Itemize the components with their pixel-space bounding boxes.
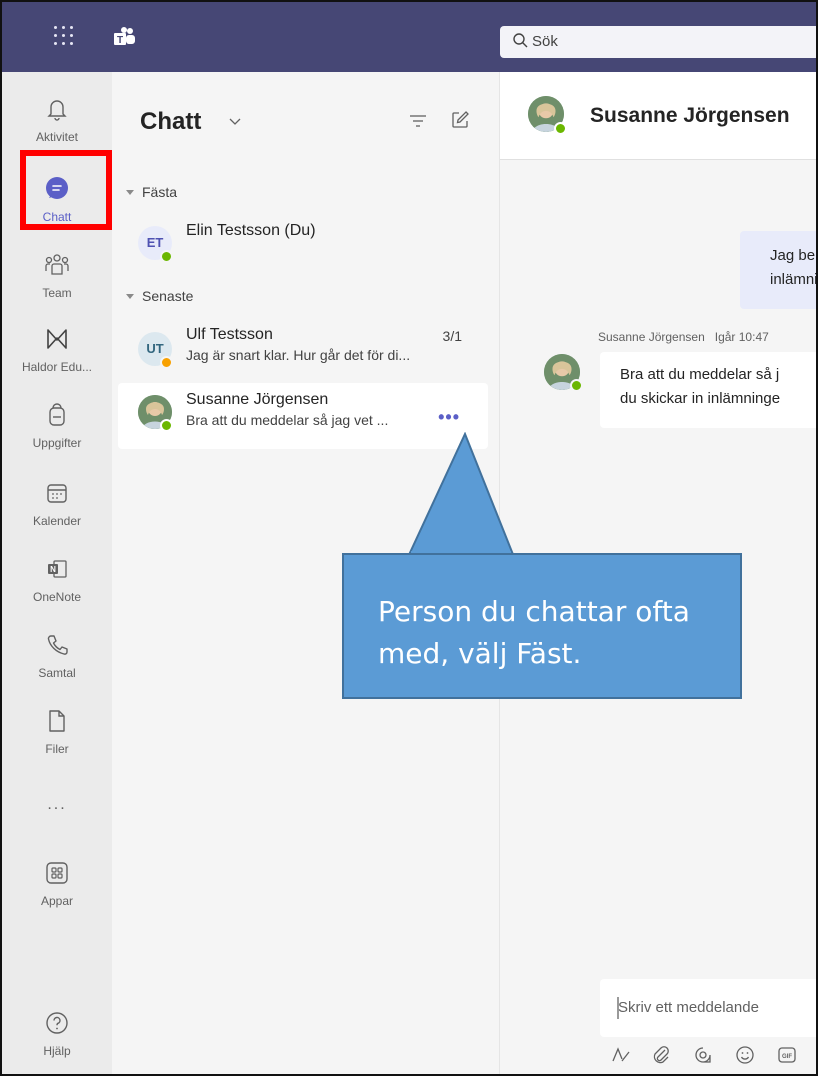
more-options-icon[interactable]: •••: [438, 407, 460, 428]
callout-box: Person du chattar ofta med, välj Fäst.: [342, 553, 742, 699]
phone-icon: [47, 635, 68, 655]
svg-text:T: T: [117, 35, 123, 46]
rail-item-calls[interactable]: Samtal: [2, 618, 112, 694]
onenote-icon: N: [48, 560, 67, 578]
apps-icon: [46, 862, 68, 884]
rail-label-haldor: Haldor Edu...: [21, 360, 93, 374]
compose-placeholder: Skriv ett meddelande: [618, 999, 759, 1016]
rail-label-help: Hjälp: [43, 1044, 71, 1058]
help-icon: [46, 1012, 68, 1034]
loop-icon[interactable]: [692, 1044, 714, 1066]
compose-toolbar: GIF: [610, 1040, 816, 1070]
rail-item-files[interactable]: Filer: [2, 694, 112, 770]
rail-label-team: Team: [42, 286, 72, 300]
section-recent-label: Senaste: [142, 288, 194, 304]
rail-item-calendar[interactable]: Kalender: [2, 466, 112, 542]
top-bar: T Sök: [2, 2, 816, 72]
chat-name: Ulf Testsson: [186, 326, 273, 343]
rail-item-team[interactable]: Team: [2, 238, 112, 314]
search-bar[interactable]: Sök: [500, 26, 816, 58]
chevron-down-icon[interactable]: [228, 117, 242, 127]
chat-preview: Jag är snart klar. Hur går det för di...: [186, 347, 411, 363]
chat-name: Susanne Jörgensen: [186, 391, 329, 408]
more-icon: ...: [47, 796, 67, 813]
rail-item-onenote[interactable]: N OneNote: [2, 542, 112, 618]
app-launcher-icon[interactable]: [54, 26, 74, 46]
calendar-icon: [47, 484, 67, 503]
team-icon: [45, 254, 69, 275]
status-available-icon: [554, 122, 567, 135]
rail-item-help[interactable]: Hjälp: [2, 996, 112, 1072]
message-text: du skickar in inlämninge: [620, 390, 781, 407]
teams-logo-icon: T: [114, 27, 135, 46]
chat-name: Elin Testsson (Du): [186, 222, 316, 239]
rail-label-onenote: OneNote: [32, 590, 82, 604]
emoji-icon[interactable]: [734, 1044, 756, 1066]
svg-text:N: N: [50, 565, 56, 574]
gif-icon[interactable]: GIF: [776, 1044, 798, 1066]
rail-label-calls: Samtal: [38, 666, 76, 680]
haldor-icon: [47, 329, 67, 349]
message-time: Igår 10:47: [714, 330, 769, 344]
teams-window: T Sök Aktivitet Chatt Team Haldor Edu...…: [0, 0, 818, 1076]
callout-text: Person du chattar ofta med, välj Fäst.: [378, 595, 690, 670]
attach-icon[interactable]: [650, 1044, 672, 1066]
svg-text:GIF: GIF: [782, 1054, 792, 1060]
rail-label-assignments: Uppgifter: [32, 436, 82, 450]
bell-icon: [47, 100, 67, 121]
new-chat-icon[interactable]: [450, 110, 470, 130]
status-away-icon: [160, 356, 173, 369]
section-pinned-label: Fästa: [142, 184, 178, 200]
my-message-bubble[interactable]: Jag beh inlämni: [740, 231, 818, 309]
chat-item-ulf[interactable]: UT Ulf Testsson 3/1 Jag är snart klar. H…: [118, 318, 488, 384]
backpack-icon: [49, 403, 65, 426]
format-icon[interactable]: [610, 1044, 632, 1066]
message-meta: Susanne Jörgensen Igår 10:47: [598, 330, 769, 344]
conversation-header: Susanne Jörgensen: [500, 72, 816, 160]
filter-icon[interactable]: [408, 112, 428, 130]
message-text: inlämni: [770, 271, 818, 288]
rail-label-apps: Appar: [40, 894, 74, 908]
rail-item-assignments[interactable]: Uppgifter: [2, 388, 112, 464]
chat-highlight-box: [20, 150, 112, 230]
their-message-bubble[interactable]: Bra att du meddelar så j du skickar in i…: [600, 352, 816, 428]
chat-preview: Bra att du meddelar så jag vet ...: [186, 412, 389, 428]
contact-name: Susanne Jörgensen: [590, 104, 790, 127]
message-text: Bra att du meddelar så j: [620, 366, 780, 383]
rail-item-apps[interactable]: Appar: [2, 846, 112, 922]
message-sender: Susanne Jörgensen: [598, 330, 705, 344]
rail-label-files: Filer: [45, 742, 69, 756]
chat-list-title: Chatt: [140, 108, 202, 135]
message-compose-box[interactable]: Skriv ett meddelande: [600, 979, 816, 1037]
status-available-icon: [570, 379, 583, 392]
rail-item-haldor[interactable]: Haldor Edu...: [2, 312, 112, 388]
search-icon: [513, 33, 528, 48]
rail-label-calendar: Kalender: [32, 514, 82, 528]
section-recent[interactable]: Senaste: [126, 288, 193, 304]
message-text: Jag beh: [770, 247, 816, 264]
status-available-icon: [160, 250, 173, 263]
callout-pointer: [406, 432, 516, 557]
status-available-icon: [160, 419, 173, 432]
section-pinned[interactable]: Fästa: [126, 184, 177, 200]
collapse-triangle-icon: [126, 294, 134, 299]
chat-date: 3/1: [442, 328, 462, 344]
rail-item-more[interactable]: ...: [2, 784, 112, 824]
chat-item-elin[interactable]: ET Elin Testsson (Du): [118, 212, 488, 278]
file-icon: [49, 710, 65, 732]
rail-label-activity: Aktivitet: [35, 130, 78, 144]
search-placeholder: Sök: [532, 33, 558, 50]
rail-item-activity[interactable]: Aktivitet: [2, 82, 112, 158]
collapse-triangle-icon: [126, 190, 134, 195]
